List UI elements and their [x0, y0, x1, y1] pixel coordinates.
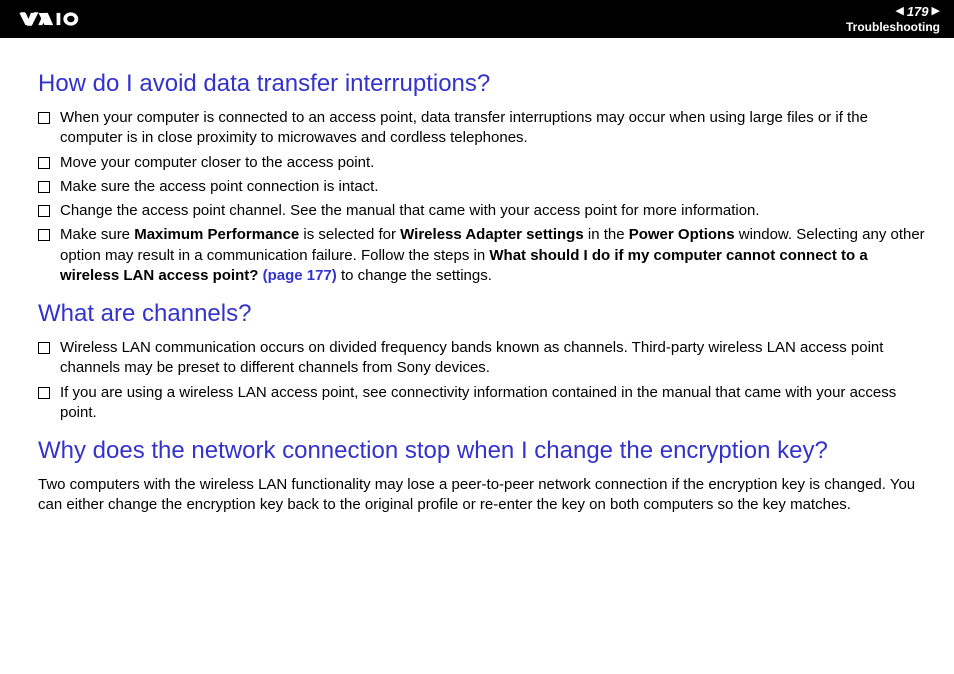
- paragraph: Two computers with the wireless LAN func…: [38, 475, 926, 516]
- bold-text: Power Options: [629, 226, 735, 243]
- list-item-text: Change the access point channel. See the…: [60, 201, 926, 221]
- section-label: Troubleshooting: [846, 20, 940, 34]
- list-item-text: If you are using a wireless LAN access p…: [60, 383, 926, 424]
- square-bullet-icon: [38, 205, 50, 217]
- prev-page-arrow[interactable]: ◀: [895, 6, 903, 17]
- list-item-text: Move your computer closer to the access …: [60, 153, 926, 173]
- list-item-text: When your computer is connected to an ac…: [60, 108, 926, 149]
- page-number: 179: [907, 4, 929, 19]
- bold-text: Wireless Adapter settings: [400, 226, 584, 243]
- list-item: Make sure Maximum Performance is selecte…: [38, 225, 926, 286]
- list-item: Make sure the access point connection is…: [38, 177, 926, 197]
- list-item-text: Wireless LAN communication occurs on div…: [60, 338, 926, 379]
- header-right: ◀ 179 ▶ Troubleshooting: [846, 4, 940, 34]
- section-heading: How do I avoid data transfer interruptio…: [38, 70, 926, 98]
- bullet-list: Wireless LAN communication occurs on div…: [38, 338, 926, 423]
- list-item: Wireless LAN communication occurs on div…: [38, 338, 926, 379]
- square-bullet-icon: [38, 229, 50, 241]
- page-link[interactable]: (page 177): [263, 267, 337, 284]
- next-page-arrow[interactable]: ▶: [932, 6, 940, 17]
- header-bar: VAIO ◀ 179 ▶ Troubleshooting: [0, 0, 954, 38]
- list-item: If you are using a wireless LAN access p…: [38, 383, 926, 424]
- square-bullet-icon: [38, 387, 50, 399]
- list-item: Change the access point channel. See the…: [38, 201, 926, 221]
- section-heading: Why does the network connection stop whe…: [38, 437, 926, 465]
- vaio-logo: VAIO: [18, 10, 106, 28]
- list-item-text: Make sure Maximum Performance is selecte…: [60, 225, 926, 286]
- page-navigation: ◀ 179 ▶: [895, 4, 940, 19]
- bold-text: What should I do if my computer cannot c…: [60, 247, 868, 284]
- list-item: When your computer is connected to an ac…: [38, 108, 926, 149]
- square-bullet-icon: [38, 157, 50, 169]
- page-content: How do I avoid data transfer interruptio…: [0, 38, 954, 530]
- square-bullet-icon: [38, 342, 50, 354]
- square-bullet-icon: [38, 112, 50, 124]
- square-bullet-icon: [38, 181, 50, 193]
- bold-text: Maximum Performance: [134, 226, 299, 243]
- section-heading: What are channels?: [38, 300, 926, 328]
- list-item-text: Make sure the access point connection is…: [60, 177, 926, 197]
- list-item: Move your computer closer to the access …: [38, 153, 926, 173]
- bullet-list: When your computer is connected to an ac…: [38, 108, 926, 286]
